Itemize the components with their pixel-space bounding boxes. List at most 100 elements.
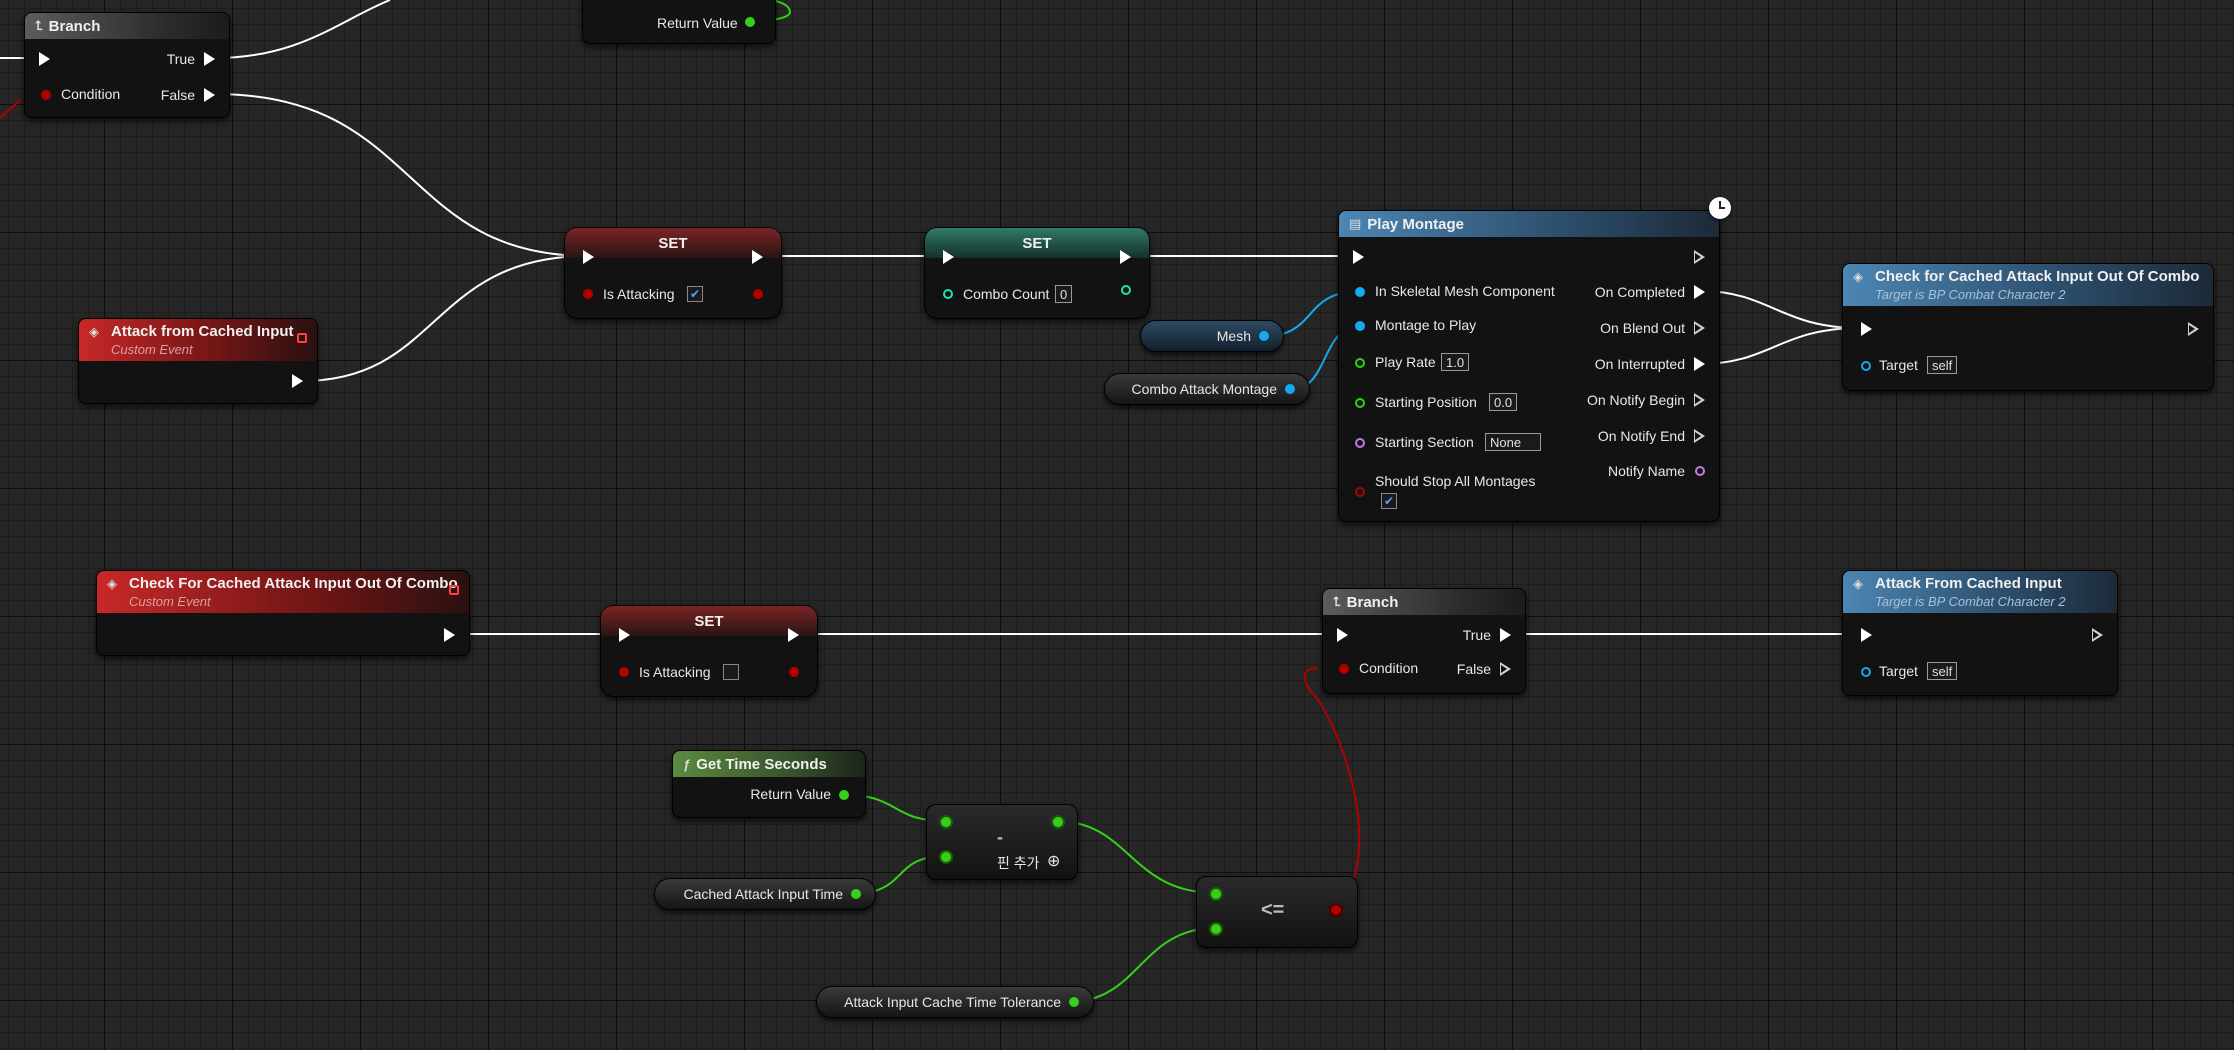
target-pin[interactable] bbox=[1861, 361, 1871, 371]
exec-out-pin[interactable] bbox=[788, 628, 799, 642]
combo-attack-montage-out-pin[interactable] bbox=[1285, 384, 1295, 394]
is-attacking-out-pin[interactable] bbox=[789, 667, 799, 677]
branch-node-top[interactable]: ⮤ Branch True Condition False bbox=[24, 12, 230, 118]
montage-to-play-pin[interactable] bbox=[1355, 321, 1365, 331]
exec-out-pin[interactable] bbox=[292, 374, 303, 388]
return-value-pin[interactable] bbox=[839, 790, 849, 800]
montage-icon: ▤ bbox=[1349, 216, 1362, 231]
play-montage-node[interactable]: ▤ Play Montage In Skeletal Mesh Componen… bbox=[1338, 197, 1731, 522]
return-value-node[interactable]: Return Value bbox=[582, 0, 776, 44]
should-stop-all-pin[interactable] bbox=[1355, 487, 1365, 497]
on-notify-begin-pin[interactable] bbox=[1694, 393, 1705, 407]
exec-in-pin[interactable] bbox=[1337, 628, 1348, 642]
is-attacking-out-pin[interactable] bbox=[753, 289, 763, 299]
starting-position-value[interactable]: 0.0 bbox=[1489, 393, 1518, 411]
return-value-pin[interactable] bbox=[745, 17, 755, 27]
add-pin-label[interactable]: 핀 추가 bbox=[997, 853, 1040, 873]
return-value-label: Return Value bbox=[750, 786, 831, 802]
combo-attack-montage-variable[interactable]: Combo Attack Montage bbox=[1104, 373, 1310, 405]
starting-position-pin[interactable] bbox=[1355, 398, 1365, 408]
false-exec-pin[interactable] bbox=[204, 88, 215, 102]
exec-out-pin[interactable] bbox=[752, 250, 763, 264]
event-diamond-icon: ◈ bbox=[89, 323, 99, 339]
exec-in-pin[interactable] bbox=[39, 52, 50, 66]
check-cached-input-event[interactable]: ◈ Check For Cached Attack Input Out Of C… bbox=[96, 570, 470, 656]
set-title: SET bbox=[658, 234, 688, 252]
on-interrupted-pin[interactable] bbox=[1694, 357, 1705, 371]
set-combo-count[interactable]: SET Combo Count 0 bbox=[924, 227, 1150, 319]
is-attacking-checkbox[interactable] bbox=[723, 664, 739, 680]
target-value[interactable]: self bbox=[1927, 662, 1958, 680]
combo-count-label: Combo Count bbox=[963, 286, 1050, 302]
should-stop-all-checkbox[interactable]: ✔ bbox=[1381, 493, 1397, 509]
attack-input-cache-time-tolerance-pin[interactable] bbox=[1069, 997, 1079, 1007]
check-cached-input-call[interactable]: ◈ Check for Cached Attack Input Out Of C… bbox=[1842, 263, 2214, 391]
branch-node-bottom[interactable]: ⮤ Branch True Condition False bbox=[1322, 588, 1526, 694]
delegate-pin[interactable] bbox=[449, 585, 459, 595]
exec-in-pin[interactable] bbox=[1861, 628, 1872, 642]
attack-from-cached-input-call[interactable]: ◈ Attack From Cached Input Target is BP … bbox=[1842, 570, 2118, 696]
on-blend-out-pin[interactable] bbox=[1694, 321, 1705, 335]
attack-from-cached-input-event[interactable]: ◈ Attack from Cached Input Custom Event bbox=[78, 318, 318, 404]
target-value[interactable]: self bbox=[1927, 356, 1958, 374]
compare-a-pin[interactable] bbox=[1211, 889, 1221, 899]
compare-b-pin[interactable] bbox=[1211, 924, 1221, 934]
call-title: Attack From Cached Input bbox=[1875, 575, 2062, 592]
add-pin-icon[interactable]: ⊕ bbox=[1047, 851, 1060, 871]
less-equal-node[interactable]: <= bbox=[1196, 876, 1358, 948]
on-notify-end-pin[interactable] bbox=[1694, 429, 1705, 443]
false-exec-pin[interactable] bbox=[1500, 662, 1511, 676]
delegate-pin[interactable] bbox=[297, 333, 307, 343]
true-exec-pin[interactable] bbox=[204, 52, 215, 66]
combo-count-in-pin[interactable] bbox=[943, 289, 953, 299]
function-diamond-icon: ◈ bbox=[1853, 575, 1863, 591]
condition-pin[interactable] bbox=[1339, 664, 1349, 674]
set-is-attacking-bottom[interactable]: SET Is Attacking bbox=[600, 605, 818, 697]
compare-out-pin[interactable] bbox=[1331, 905, 1341, 915]
play-rate-value[interactable]: 1.0 bbox=[1441, 353, 1470, 371]
target-pin[interactable] bbox=[1861, 667, 1871, 677]
notify-name-pin[interactable] bbox=[1695, 466, 1705, 476]
is-attacking-checkbox[interactable]: ✔ bbox=[687, 286, 703, 302]
true-exec-pin[interactable] bbox=[1500, 628, 1511, 642]
exec-in-pin[interactable] bbox=[619, 628, 630, 642]
exec-out-pin[interactable] bbox=[1120, 250, 1131, 264]
branch-icon: ⮤ bbox=[35, 18, 43, 33]
exec-in-pin[interactable] bbox=[583, 250, 594, 264]
condition-pin[interactable] bbox=[41, 90, 51, 100]
play-rate-pin[interactable] bbox=[1355, 358, 1365, 368]
starting-section-pin[interactable] bbox=[1355, 438, 1365, 448]
notify-name-label: Notify Name bbox=[1607, 463, 1685, 479]
set-header: SET bbox=[601, 606, 817, 636]
exec-in-pin[interactable] bbox=[943, 250, 954, 264]
combo-count-out-pin[interactable] bbox=[1121, 285, 1131, 295]
get-time-seconds-node[interactable]: ƒ Get Time Seconds Return Value bbox=[672, 750, 866, 818]
wire-exec-true-out bbox=[214, 0, 391, 59]
montage-to-play-label: Montage to Play bbox=[1375, 317, 1477, 333]
exec-out-pin[interactable] bbox=[2092, 628, 2103, 642]
set-title: SET bbox=[694, 612, 724, 630]
exec-out-pin[interactable] bbox=[2188, 322, 2199, 336]
exec-out-pin[interactable] bbox=[444, 628, 455, 642]
mesh-variable[interactable]: Mesh bbox=[1140, 320, 1284, 352]
in-skeletal-mesh-label: In Skeletal Mesh Component bbox=[1375, 283, 1555, 299]
mesh-out-pin[interactable] bbox=[1259, 331, 1269, 341]
on-completed-label: On Completed bbox=[1594, 284, 1685, 300]
is-attacking-in-pin[interactable] bbox=[619, 667, 629, 677]
set-is-attacking-top[interactable]: SET Is Attacking ✔ bbox=[564, 227, 782, 319]
subtract-b-pin[interactable] bbox=[941, 852, 951, 862]
subtract-node[interactable]: - 핀 추가 ⊕ bbox=[926, 804, 1078, 880]
exec-in-pin[interactable] bbox=[1861, 322, 1872, 336]
cached-attack-input-time-pin[interactable] bbox=[851, 889, 861, 899]
subtract-out-pin[interactable] bbox=[1053, 817, 1063, 827]
is-attacking-in-pin[interactable] bbox=[583, 289, 593, 299]
cached-attack-input-time-variable[interactable]: Cached Attack Input Time bbox=[654, 878, 876, 910]
on-completed-pin[interactable] bbox=[1694, 285, 1705, 299]
in-skeletal-mesh-pin[interactable] bbox=[1355, 287, 1365, 297]
attack-input-cache-time-tolerance-variable[interactable]: Attack Input Cache Time Tolerance bbox=[816, 986, 1094, 1018]
exec-out-pin[interactable] bbox=[1694, 250, 1705, 264]
combo-count-value[interactable]: 0 bbox=[1055, 285, 1073, 303]
starting-section-value[interactable]: None bbox=[1485, 433, 1541, 451]
exec-in-pin[interactable] bbox=[1353, 250, 1364, 264]
subtract-a-pin[interactable] bbox=[941, 817, 951, 827]
